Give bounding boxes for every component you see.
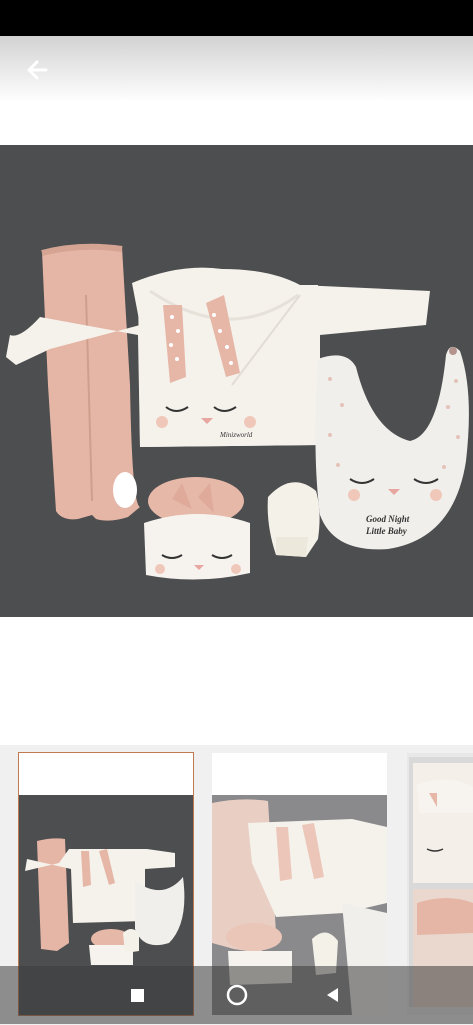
back-button[interactable] (18, 50, 58, 90)
arrow-left-icon (27, 60, 48, 80)
triangle-back-icon (327, 988, 338, 1002)
recents-button[interactable] (123, 980, 153, 1010)
system-nav-bar (0, 966, 473, 1024)
mittens-garment (267, 482, 320, 557)
shirt-label-text: Minizworld (219, 431, 253, 439)
home-button[interactable] (222, 980, 252, 1010)
back-nav-button[interactable] (318, 980, 348, 1010)
square-icon (131, 989, 144, 1002)
hat-garment (144, 477, 250, 580)
product-main-image[interactable]: Minizworld Good Night Little Baby (0, 145, 473, 617)
bib-text-line-1: Good Night (366, 514, 410, 524)
status-bar (0, 0, 473, 36)
app-header (0, 36, 473, 102)
bib-text-line-2: Little Baby (365, 526, 408, 536)
circle-icon (226, 984, 248, 1006)
